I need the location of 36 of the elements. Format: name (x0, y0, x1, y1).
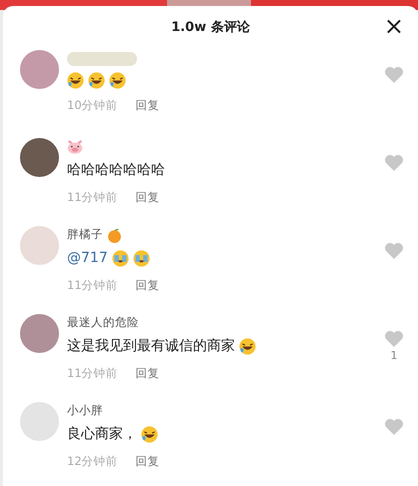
laughing-face-icon (141, 426, 158, 443)
laughing-face-icon (109, 72, 126, 89)
comment-count-title: 1.0w 条评论 (171, 19, 250, 38)
timestamp: 12分钟前 (67, 454, 118, 468)
reply-link[interactable]: 回复 (136, 190, 160, 204)
comment-text: 良心商家， (67, 425, 137, 444)
timestamp: 11分钟前 (67, 278, 118, 292)
laughing-face-icon (88, 72, 105, 89)
heart-icon[interactable] (384, 154, 404, 172)
comment-text: 哈哈哈哈哈哈哈 (67, 161, 165, 180)
comment-text: @717 (67, 249, 108, 268)
crying-face-icon (132, 250, 150, 267)
heart-icon[interactable] (384, 242, 404, 260)
heart-icon[interactable] (384, 66, 404, 84)
laughing-face-icon (67, 72, 84, 89)
laughing-face-icon (239, 338, 256, 355)
heart-icon[interactable] (384, 330, 404, 348)
timestamp: 10分钟前 (67, 98, 118, 112)
username: 小小胖 (67, 402, 103, 420)
reply-link[interactable]: 回复 (136, 454, 160, 468)
avatar[interactable] (20, 138, 59, 177)
reply-link[interactable]: 回复 (136, 278, 160, 292)
username: 胖橘子 (67, 226, 103, 244)
close-button[interactable]: × (384, 14, 404, 38)
crying-face-icon (112, 250, 129, 267)
timestamp: 11分钟前 (67, 366, 118, 380)
reply-link[interactable]: 回复 (136, 98, 160, 112)
avatar[interactable] (20, 314, 59, 353)
heart-icon[interactable] (384, 418, 404, 436)
username: 最迷人的危险 (67, 314, 139, 332)
like-count: 1 (390, 348, 398, 364)
comment-text: 这是我见到最有诚信的商家 (67, 337, 235, 356)
reply-link[interactable]: 回复 (136, 366, 160, 380)
tangerine-icon (107, 228, 122, 242)
pig-face-icon (67, 140, 83, 154)
timestamp: 11分钟前 (67, 190, 118, 204)
